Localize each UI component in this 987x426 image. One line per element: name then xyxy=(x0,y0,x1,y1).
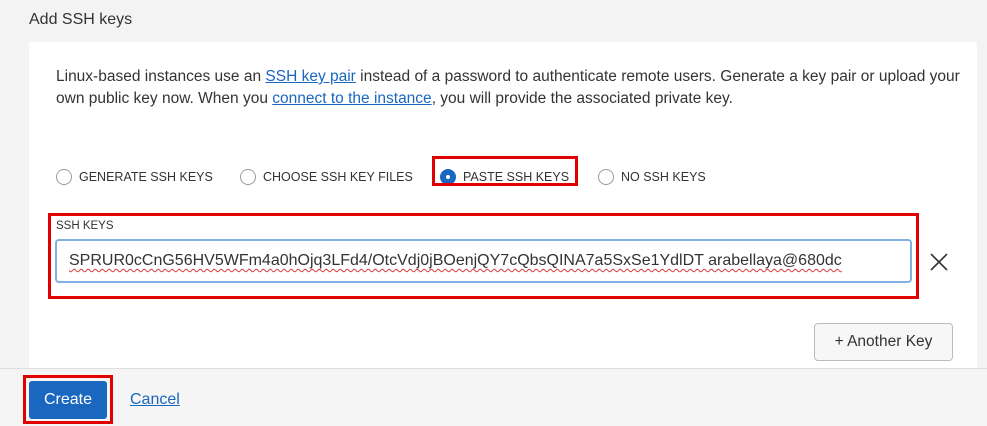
ssh-description: Linux-based instances use an SSH key pai… xyxy=(56,66,961,110)
option-label-none: NO SSH KEYS xyxy=(621,170,706,184)
ssh-keys-label: SSH KEYS xyxy=(56,220,114,232)
radio-generate[interactable] xyxy=(56,169,72,185)
ssh-key-pair-link[interactable]: SSH key pair xyxy=(265,68,355,85)
another-key-button[interactable]: + Another Key xyxy=(814,323,953,361)
description-text-1: Linux-based instances use an xyxy=(56,68,266,85)
radio-no-keys[interactable] xyxy=(598,169,614,185)
highlight-paste-option xyxy=(432,156,578,186)
ssh-keys-panel: Linux-based instances use an SSH key pai… xyxy=(29,42,977,368)
option-generate-ssh-keys[interactable]: GENERATE SSH KEYS xyxy=(56,162,213,192)
create-button[interactable]: Create xyxy=(29,381,107,419)
option-label-generate: GENERATE SSH KEYS xyxy=(79,170,213,184)
ssh-key-input[interactable]: SPRUR0cCnG56HV5WFm4a0hOjq3LFd4/OtcVdj0jB… xyxy=(55,239,912,283)
connect-instance-link[interactable]: connect to the instance xyxy=(272,90,431,107)
option-choose-ssh-key-files[interactable]: CHOOSE SSH KEY FILES xyxy=(240,162,413,192)
close-icon xyxy=(930,253,948,271)
section-title: Add SSH keys xyxy=(29,11,133,28)
option-label-choose: CHOOSE SSH KEY FILES xyxy=(263,170,413,184)
remove-key-button[interactable] xyxy=(927,250,951,274)
radio-choose-files[interactable] xyxy=(240,169,256,185)
option-no-ssh-keys[interactable]: NO SSH KEYS xyxy=(598,162,706,192)
cancel-link[interactable]: Cancel xyxy=(130,391,180,409)
ssh-key-value: SPRUR0cCnG56HV5WFm4a0hOjq3LFd4/OtcVdj0jB… xyxy=(69,252,842,269)
description-text-3: , you will provide the associated privat… xyxy=(431,90,733,107)
